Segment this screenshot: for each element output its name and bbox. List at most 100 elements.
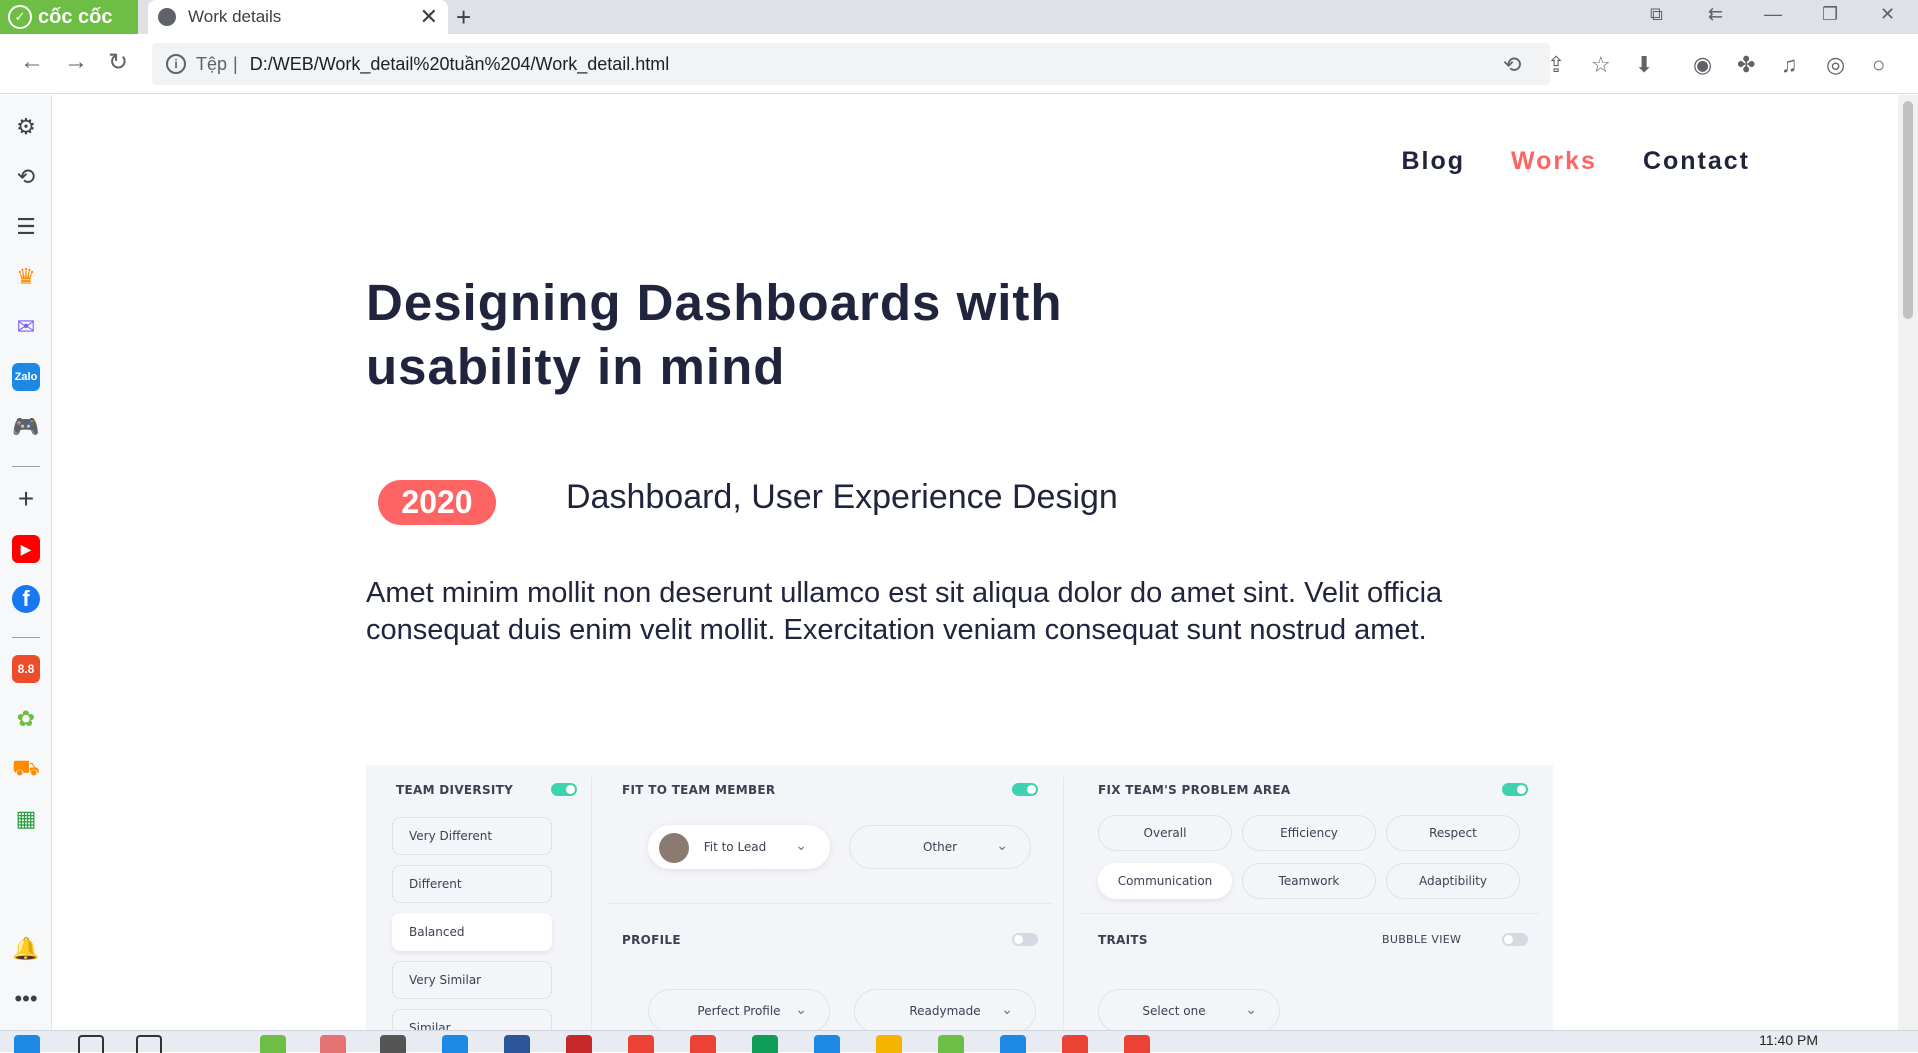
team-diversity-panel: TEAM DIVERSITY Very Different Different …: [366, 765, 591, 1030]
app-taskbar-icon[interactable]: [380, 1035, 406, 1053]
row-divider: [608, 903, 1052, 904]
chevron-down-icon: ⌄: [1245, 1002, 1257, 1018]
sidebar-divider: [12, 466, 40, 467]
messenger-icon[interactable]: ✉: [12, 313, 40, 341]
nav-contact[interactable]: Contact: [1643, 147, 1750, 176]
traits-dropdown: Select one ⌄: [1098, 989, 1280, 1030]
spreadsheet-icon[interactable]: ▦: [12, 805, 40, 833]
coccoc-extension-icon[interactable]: ✿: [12, 705, 40, 733]
close-tab-icon[interactable]: ✕: [420, 4, 438, 30]
problem-toggle: [1502, 783, 1528, 796]
screenshot-icon[interactable]: ⧉: [1650, 4, 1663, 25]
address-separator: |: [233, 53, 238, 74]
extension-globe-icon[interactable]: ◉: [1693, 52, 1712, 78]
address-url[interactable]: D:/WEB/Work_detail%20tuần%204/Work_detai…: [250, 54, 670, 75]
app-taskbar-icon[interactable]: [320, 1035, 346, 1053]
settings-icon[interactable]: ⚙: [12, 113, 40, 141]
address-prefix: Tệp: [196, 53, 228, 74]
traits-dropdown-value: Select one: [1142, 1004, 1206, 1018]
browser-brand[interactable]: ✓ cốc cốc: [0, 0, 138, 34]
row-divider: [1080, 913, 1540, 914]
gamepad-icon[interactable]: 🎮: [12, 413, 40, 441]
app-taskbar-icon[interactable]: [442, 1035, 468, 1053]
minimize-icon[interactable]: —: [1764, 4, 1782, 25]
web-page: Blog Works Contact Designing Dashboards …: [53, 95, 1898, 1030]
shopping-cart-icon[interactable]: ⛟: [12, 755, 40, 783]
crown-icon[interactable]: ♛: [12, 263, 40, 291]
back-icon[interactable]: ←: [20, 48, 44, 76]
app-taskbar-icon[interactable]: [504, 1035, 530, 1053]
problem-chip: Overall: [1098, 815, 1232, 851]
coccoc-taskbar-icon[interactable]: [938, 1035, 964, 1053]
vscode-icon[interactable]: [1000, 1035, 1026, 1053]
tab-title: Work details: [188, 7, 282, 26]
fit-dropdown: Fit to Lead ⌄: [648, 825, 830, 869]
work-description: Amet minim mollit non deserunt ullamco e…: [366, 577, 1443, 646]
menu-circle-icon[interactable]: ○: [1872, 52, 1885, 78]
chevron-down-icon: ⌄: [795, 1002, 807, 1018]
nav-blog[interactable]: Blog: [1401, 147, 1465, 176]
diversity-option: Very Similar: [392, 961, 552, 999]
info-icon[interactable]: i: [166, 54, 186, 74]
profile-icon[interactable]: ◎: [1826, 52, 1845, 78]
history-icon[interactable]: ⟲: [12, 163, 40, 191]
zalo-taskbar-icon[interactable]: [814, 1035, 840, 1053]
profile-toggle: [1012, 933, 1038, 946]
translate-icon[interactable]: ⟲: [1503, 52, 1521, 78]
share-icon[interactable]: ⇪: [1547, 52, 1565, 78]
extensions-icon[interactable]: ✤: [1737, 52, 1755, 78]
new-tab-icon[interactable]: +: [456, 2, 471, 33]
start-icon[interactable]: [14, 1035, 40, 1053]
chrome-icon[interactable]: [690, 1035, 716, 1053]
diversity-option: Similar: [392, 1009, 552, 1030]
nav-works[interactable]: Works: [1511, 147, 1597, 176]
search-icon[interactable]: [136, 1035, 162, 1053]
restore-icon[interactable]: ❐: [1822, 4, 1838, 25]
windows-taskbar: 11:40 PM: [0, 1030, 1918, 1053]
edge-icon[interactable]: [752, 1035, 778, 1053]
reload-icon[interactable]: ↻: [108, 48, 128, 77]
diversity-option-selected: Balanced: [392, 913, 552, 951]
chevron-down-icon: ⌄: [996, 838, 1008, 854]
fit-dropdown-value: Fit to Lead: [703, 840, 767, 854]
search-icon[interactable]: [78, 1035, 104, 1053]
scrollbar-thumb[interactable]: [1903, 101, 1913, 319]
chrome-icon[interactable]: [1124, 1035, 1150, 1053]
fit-panel: FIT TO TEAM MEMBER Fit to Lead ⌄ Other ⌄…: [592, 765, 1062, 1030]
avatar: [659, 833, 689, 863]
app-taskbar-icon[interactable]: [566, 1035, 592, 1053]
work-category: Dashboard, User Experience Design: [566, 478, 1118, 516]
add-icon[interactable]: +: [12, 483, 40, 514]
diversity-option: Very Different: [392, 817, 552, 855]
zalo-icon[interactable]: Zalo: [12, 363, 40, 391]
active-tab[interactable]: Work details ✕: [148, 0, 448, 34]
chrome-icon[interactable]: [1062, 1035, 1088, 1053]
problem-label: FIX TEAM'S PROBLEM AREA: [1098, 783, 1291, 797]
download-icon[interactable]: ⬇: [1635, 52, 1653, 78]
folder-icon[interactable]: [876, 1035, 902, 1053]
shopee-icon[interactable]: 8.8: [12, 655, 40, 683]
chrome-icon[interactable]: [628, 1035, 654, 1053]
address-bar[interactable]: i Tệp | D:/WEB/Work_detail%20tuần%204/Wo…: [152, 43, 1550, 85]
year-badge: 2020: [378, 480, 496, 525]
problem-chip-selected: Communication: [1098, 863, 1232, 899]
reading-list-icon[interactable]: ☰: [12, 213, 40, 241]
coccoc-taskbar-icon[interactable]: [260, 1035, 286, 1053]
problem-chip: Efficiency: [1242, 815, 1376, 851]
back-list-icon[interactable]: ⇇: [1708, 4, 1723, 25]
playlist-icon[interactable]: ♫: [1781, 52, 1798, 78]
page-scrollbar[interactable]: [1898, 95, 1918, 1030]
bookmark-star-icon[interactable]: ☆: [1591, 52, 1611, 78]
brand-label: cốc cốc: [38, 5, 113, 28]
close-window-icon[interactable]: ✕: [1880, 4, 1895, 25]
youtube-icon[interactable]: ▶: [12, 535, 40, 563]
traits-toggle: [1502, 933, 1528, 946]
more-icon[interactable]: •••: [12, 985, 40, 1013]
taskbar-clock[interactable]: 11:40 PM: [1759, 1032, 1818, 1048]
forward-icon[interactable]: →: [64, 48, 88, 76]
profile-label: PROFILE: [622, 933, 681, 947]
browser-tab-bar: ✓ cốc cốc Work details ✕ + ⧉ ⇇ — ❐ ✕: [0, 0, 1918, 34]
notification-bell-icon[interactable]: 🔔: [12, 935, 40, 963]
facebook-icon[interactable]: f: [12, 585, 40, 613]
chevron-down-icon: ⌄: [1001, 1002, 1013, 1018]
